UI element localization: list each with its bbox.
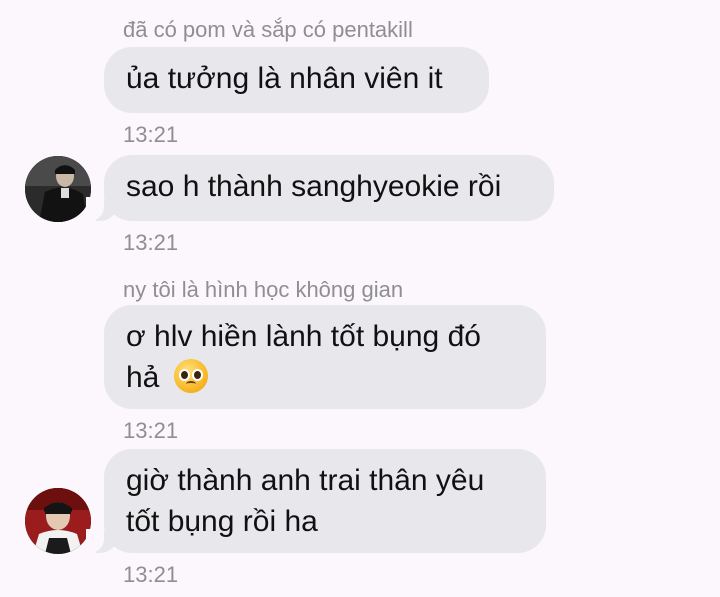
message-text-line: hả — [126, 361, 160, 394]
message-bubble[interactable]: sao h thành sanghyeokie rồi — [86, 155, 554, 221]
message-text-line: tốt bụng rồi ha — [126, 505, 318, 538]
message-timestamp: 13:21 — [123, 562, 179, 587]
sender-name: ny tôi là hình học không gian — [123, 277, 404, 302]
message-text-line: giờ thành anh trai thân yêu — [126, 464, 485, 497]
message-bubble[interactable]: ơ hlv hiền lành tốt bụng đó hả — [104, 305, 546, 409]
avatar[interactable] — [25, 156, 91, 222]
message-timestamp: 13:21 — [123, 230, 179, 255]
sender-name: đã có pom và sắp có pentakill — [123, 17, 413, 42]
pleading-face-emoji-icon — [173, 359, 208, 393]
bubble-tail — [86, 197, 118, 221]
message-bubble[interactable]: ủa tưởng là nhân viên it — [104, 47, 489, 113]
message-text: ủa tưởng là nhân viên it — [126, 62, 443, 95]
avatar-photo — [25, 156, 91, 222]
message-timestamp: 13:21 — [123, 122, 179, 147]
message-text-line-container: hả — [126, 357, 524, 398]
message-text: sao h thành sanghyeokie rồi — [126, 170, 502, 203]
message-text-line: ơ hlv hiền lành tốt bụng đó — [126, 320, 481, 353]
message-bubble[interactable]: giờ thành anh trai thân yêu tốt bụng rồi… — [86, 449, 546, 553]
message-timestamp: 13:21 — [123, 418, 179, 443]
avatar[interactable] — [25, 488, 91, 554]
bubble-tail — [86, 529, 118, 553]
avatar-photo — [25, 488, 91, 554]
